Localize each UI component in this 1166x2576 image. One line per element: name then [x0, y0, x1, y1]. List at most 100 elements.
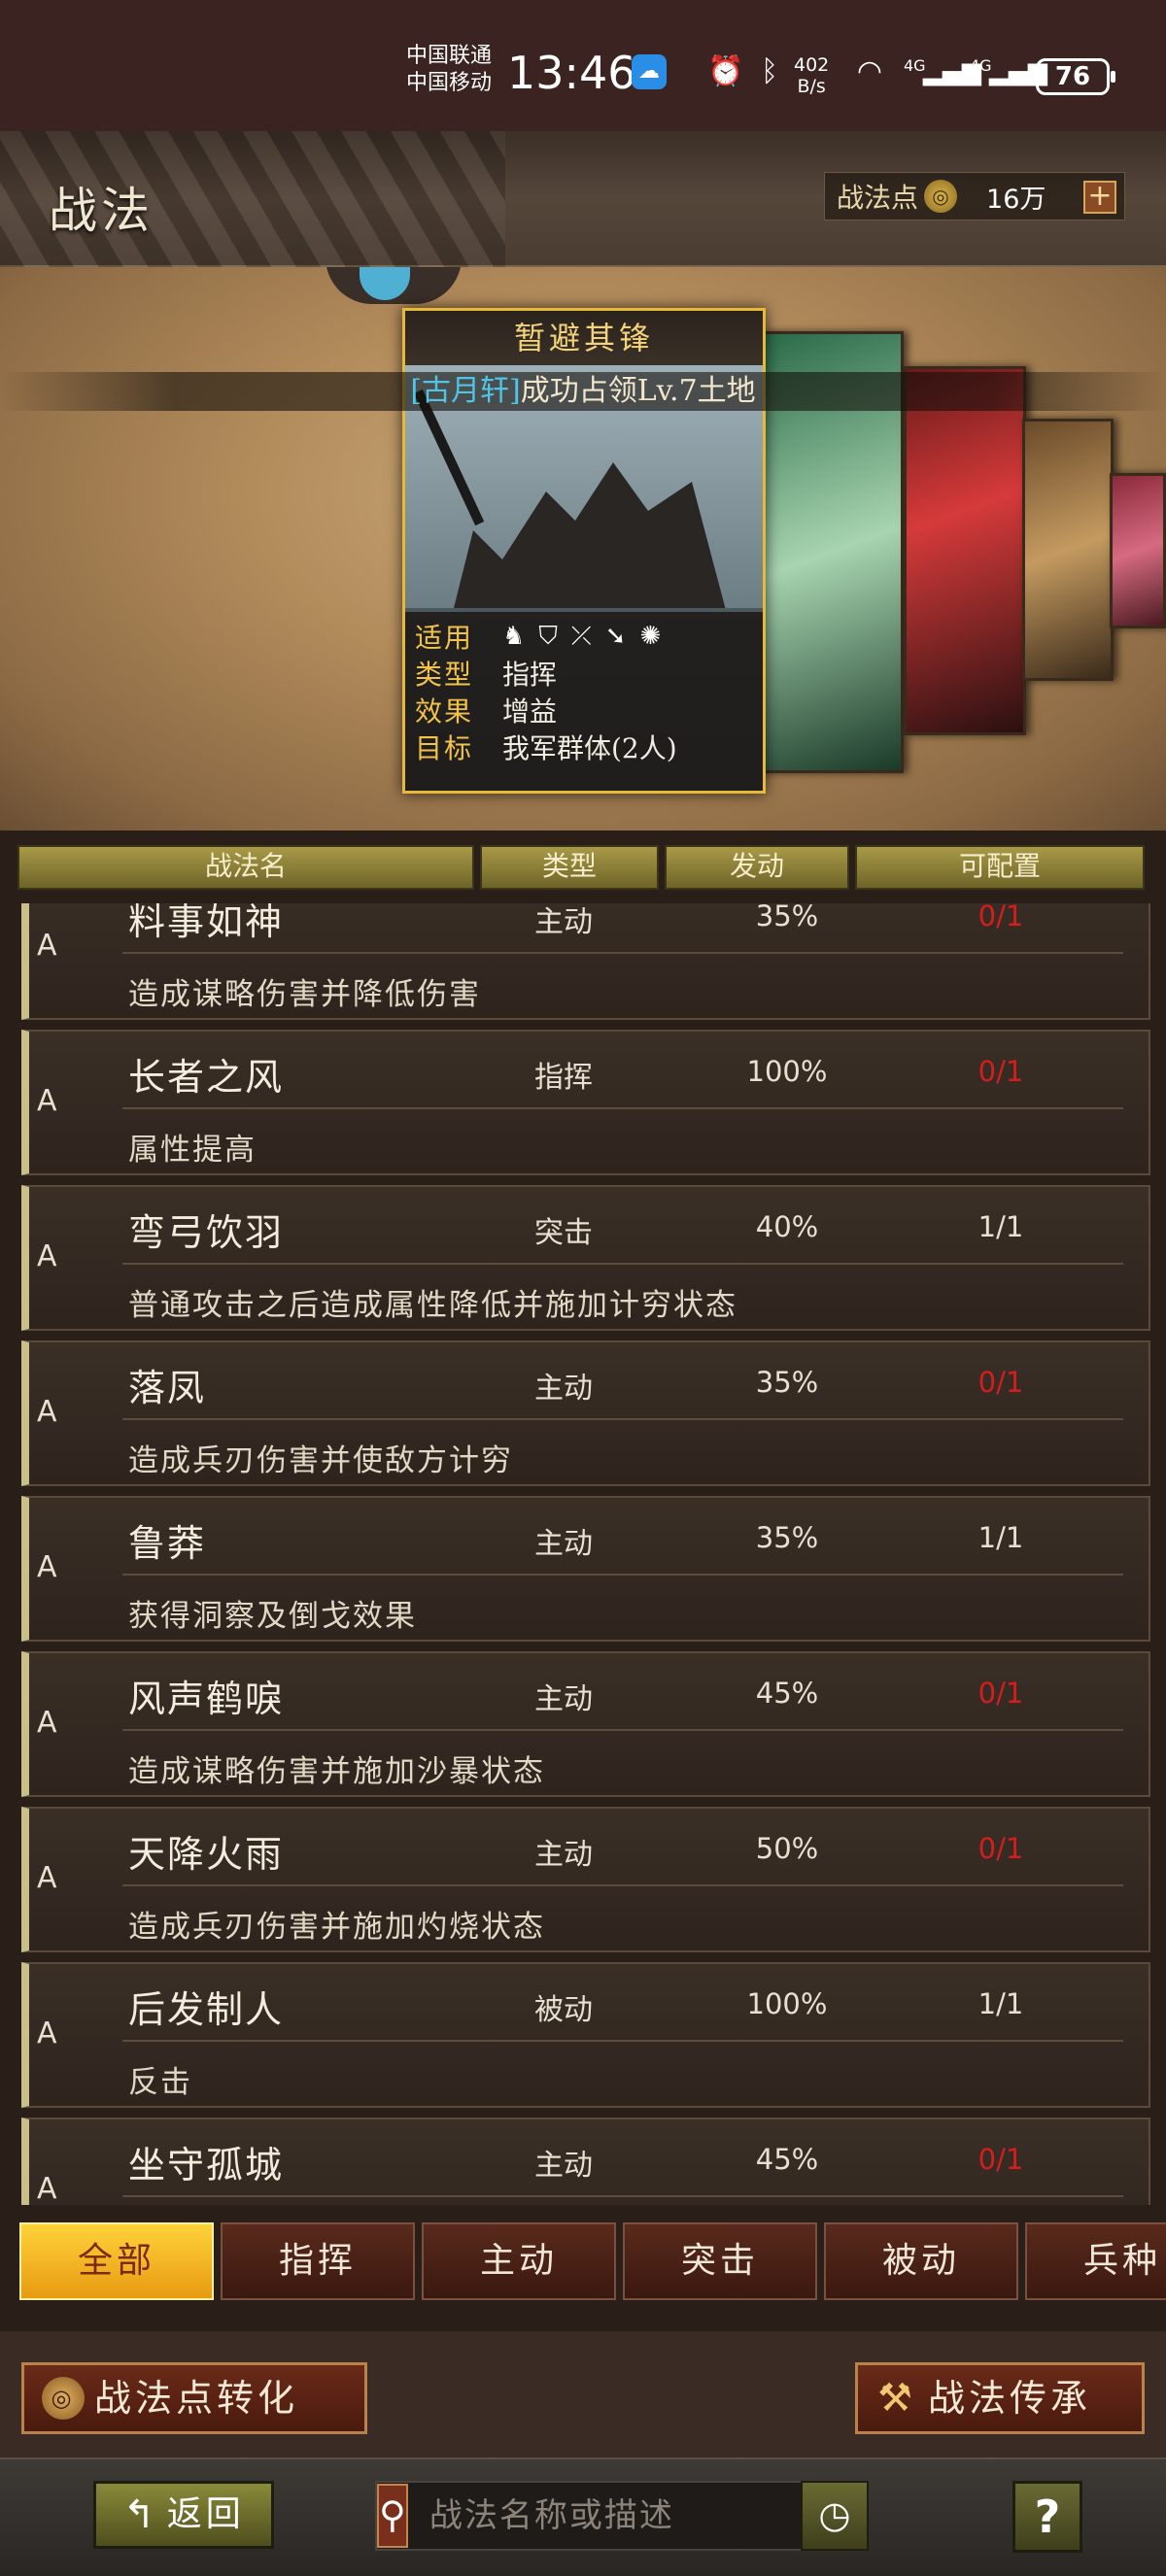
- tactic-slots: 0/1: [977, 1677, 1024, 1710]
- points-label: 战法点: [837, 182, 919, 214]
- tactic-row[interactable]: A 风声鹤唳 主动 45% 0/1 造成谋略伤害并施加沙暴状态: [21, 1651, 1150, 1797]
- back-button[interactable]: ↰ 返回: [93, 2481, 274, 2549]
- tactic-card-5[interactable]: [1110, 473, 1166, 628]
- tactic-desc: 属性提高: [128, 1133, 257, 1168]
- tactic-rate: 35%: [755, 1366, 819, 1399]
- carrier-labels: 中国联通 中国移动: [406, 43, 492, 97]
- points-coin-icon: ◎: [924, 180, 958, 213]
- row-divider: [122, 1884, 1123, 1886]
- tactic-row[interactable]: A 坐守孤城 主动 45% 0/1: [21, 2118, 1150, 2205]
- status-bar: 中国联通 中国移动 13:46 ☁ ⏰ ᛒ 402 B/s ◠ 4G ▂▄▆ 4…: [0, 0, 1166, 131]
- tactic-row[interactable]: A 后发制人 被动 100% 1/1 反击: [21, 1962, 1150, 2108]
- filter-tabs: 全部 指挥 主动 突击 被动 兵种: [19, 2222, 1166, 2300]
- page-title: 战法: [49, 183, 154, 239]
- column-rate[interactable]: 发动: [665, 845, 849, 890]
- row-divider: [122, 2040, 1123, 2042]
- tactic-rate: 35%: [755, 903, 819, 932]
- tactic-list[interactable]: A 料事如神 主动 35% 0/1 造成谋略伤害并降低伤害 A 长者之风 指挥 100% 0/1 属性…: [21, 903, 1150, 2205]
- coin-icon: ◎: [42, 2377, 85, 2420]
- column-type[interactable]: 类型: [480, 845, 659, 890]
- column-name[interactable]: 战法名: [17, 845, 474, 890]
- tactic-grade: A: [37, 2017, 57, 2051]
- tactic-rate: 50%: [755, 1832, 819, 1865]
- carrier-1: 中国联通: [406, 44, 493, 68]
- row-divider: [122, 1729, 1123, 1731]
- archer-icon: ⤫: [570, 621, 592, 651]
- row-divider: [122, 952, 1123, 954]
- tactic-row[interactable]: A 长者之风 指挥 100% 0/1 属性提高: [21, 1030, 1150, 1175]
- search-icon[interactable]: ⚲: [377, 2484, 408, 2548]
- applies-row: 适用 ♞ ⛉ ⤫ ➘ ✺: [415, 618, 753, 655]
- signal-icon-2: ▂▄▆: [989, 57, 1047, 86]
- column-slots[interactable]: 可配置: [855, 845, 1145, 890]
- type-label: 类型: [415, 659, 474, 691]
- tactic-slots: 1/1: [977, 1521, 1024, 1554]
- tactic-card-3[interactable]: [904, 366, 1026, 735]
- tactic-desc: 普通攻击之后造成属性降低并施加计穷状态: [128, 1288, 737, 1323]
- convert-points-button[interactable]: ◎ 战法点转化: [21, 2362, 367, 2434]
- applies-label: 适用: [415, 622, 474, 654]
- tactic-grade: A: [37, 929, 57, 963]
- tactic-rate: 45%: [755, 1677, 819, 1710]
- card-title: 暂避其锋: [405, 311, 763, 365]
- tab-4[interactable]: 被动: [824, 2222, 1018, 2300]
- tactic-slots: 0/1: [977, 1366, 1024, 1399]
- inherit-tactic-button[interactable]: ⚒ 战法传承: [855, 2362, 1145, 2434]
- tactic-type: 主动: [534, 905, 593, 939]
- card-carousel[interactable]: 暂避其锋 适用 ♞ ⛉ ⤫ ➘ ✺ 类型 指挥 效果 增益 目标 我军群体(2人…: [0, 267, 1166, 830]
- help-button[interactable]: ?: [1012, 2481, 1082, 2553]
- tactic-rate: 45%: [755, 2143, 819, 2176]
- notice-player: [古月轩]: [410, 374, 521, 408]
- tactic-row[interactable]: A 落凤 主动 35% 0/1 造成兵刃伤害并使敌方计穷: [21, 1340, 1150, 1486]
- list-column-header: 战法名 类型 发动 可配置: [17, 845, 1149, 890]
- net-speed-value: 402: [794, 54, 830, 76]
- add-points-button[interactable]: +: [1083, 181, 1116, 214]
- tab-3[interactable]: 突击: [623, 2222, 817, 2300]
- tactic-grade: A: [37, 2172, 57, 2205]
- search-box: ⚲: [375, 2481, 847, 2551]
- alarm-icon: ⏰: [707, 54, 744, 88]
- tab-1[interactable]: 指挥: [221, 2222, 415, 2300]
- tactic-desc: 造成兵刃伤害并使敌方计穷: [128, 1443, 513, 1478]
- tactic-name: 鲁莽: [128, 1522, 207, 1565]
- tab-0[interactable]: 全部: [19, 2222, 214, 2300]
- tactic-grade: A: [37, 1239, 57, 1273]
- siege-icon: ✺: [639, 621, 662, 651]
- tactic-name: 长者之风: [128, 1056, 285, 1099]
- tactic-name: 风声鹤唳: [128, 1678, 285, 1720]
- tactic-desc: 造成谋略伤害并施加沙暴状态: [128, 1754, 545, 1789]
- tactic-type: 被动: [534, 1993, 593, 2027]
- tactic-row[interactable]: A 鲁莽 主动 35% 1/1 获得洞察及倒戈效果: [21, 1496, 1150, 1642]
- convert-label: 战法点转化: [94, 2377, 299, 2420]
- bottom-bar: ↰ 返回 ⚲ ◷ ?: [0, 2457, 1166, 2576]
- hammer-icon: ⚒: [877, 2376, 916, 2421]
- tab-2[interactable]: 主动: [422, 2222, 616, 2300]
- type-value: 指挥: [502, 659, 558, 691]
- tactic-type: 主动: [534, 1527, 593, 1561]
- tactic-row[interactable]: A 料事如神 主动 35% 0/1 造成谋略伤害并降低伤害: [21, 903, 1150, 1020]
- tactic-grade: A: [37, 1706, 57, 1740]
- notice-banner: [古月轩]成功占领Lv.7土地: [0, 372, 1166, 411]
- search-input[interactable]: [407, 2487, 847, 2545]
- row-divider: [122, 1107, 1123, 1109]
- notice-message: 成功占领Lv.7土地: [520, 374, 756, 408]
- row-divider: [122, 1263, 1123, 1265]
- target-label: 目标: [415, 732, 474, 764]
- status-time: 13:46: [507, 47, 636, 99]
- tab-5[interactable]: 兵种: [1025, 2222, 1166, 2300]
- tactic-grade: A: [37, 1084, 57, 1118]
- tactic-type: 主动: [534, 2149, 593, 2183]
- tactic-rate: 100%: [746, 1987, 828, 2020]
- tactic-card-4[interactable]: [1022, 419, 1114, 681]
- carrier-2: 中国移动: [406, 71, 493, 95]
- tactic-desc: 造成谋略伤害并降低伤害: [128, 977, 481, 1012]
- tactic-grade: A: [37, 1861, 57, 1895]
- tactic-row[interactable]: A 天降火雨 主动 50% 0/1 造成兵刃伤害并施加灼烧状态: [21, 1807, 1150, 1952]
- net-speed: 402 B/s: [794, 54, 829, 97]
- back-label: 返回: [166, 2494, 245, 2534]
- history-clock-icon[interactable]: ◷: [801, 2481, 869, 2551]
- tactic-row[interactable]: A 弯弓饮羽 突击 40% 1/1 普通攻击之后造成属性降低并施加计穷状态: [21, 1185, 1150, 1331]
- battery-icon: 76: [1036, 58, 1115, 95]
- tactic-type: 主动: [534, 1682, 593, 1716]
- tactic-name: 落凤: [128, 1367, 207, 1409]
